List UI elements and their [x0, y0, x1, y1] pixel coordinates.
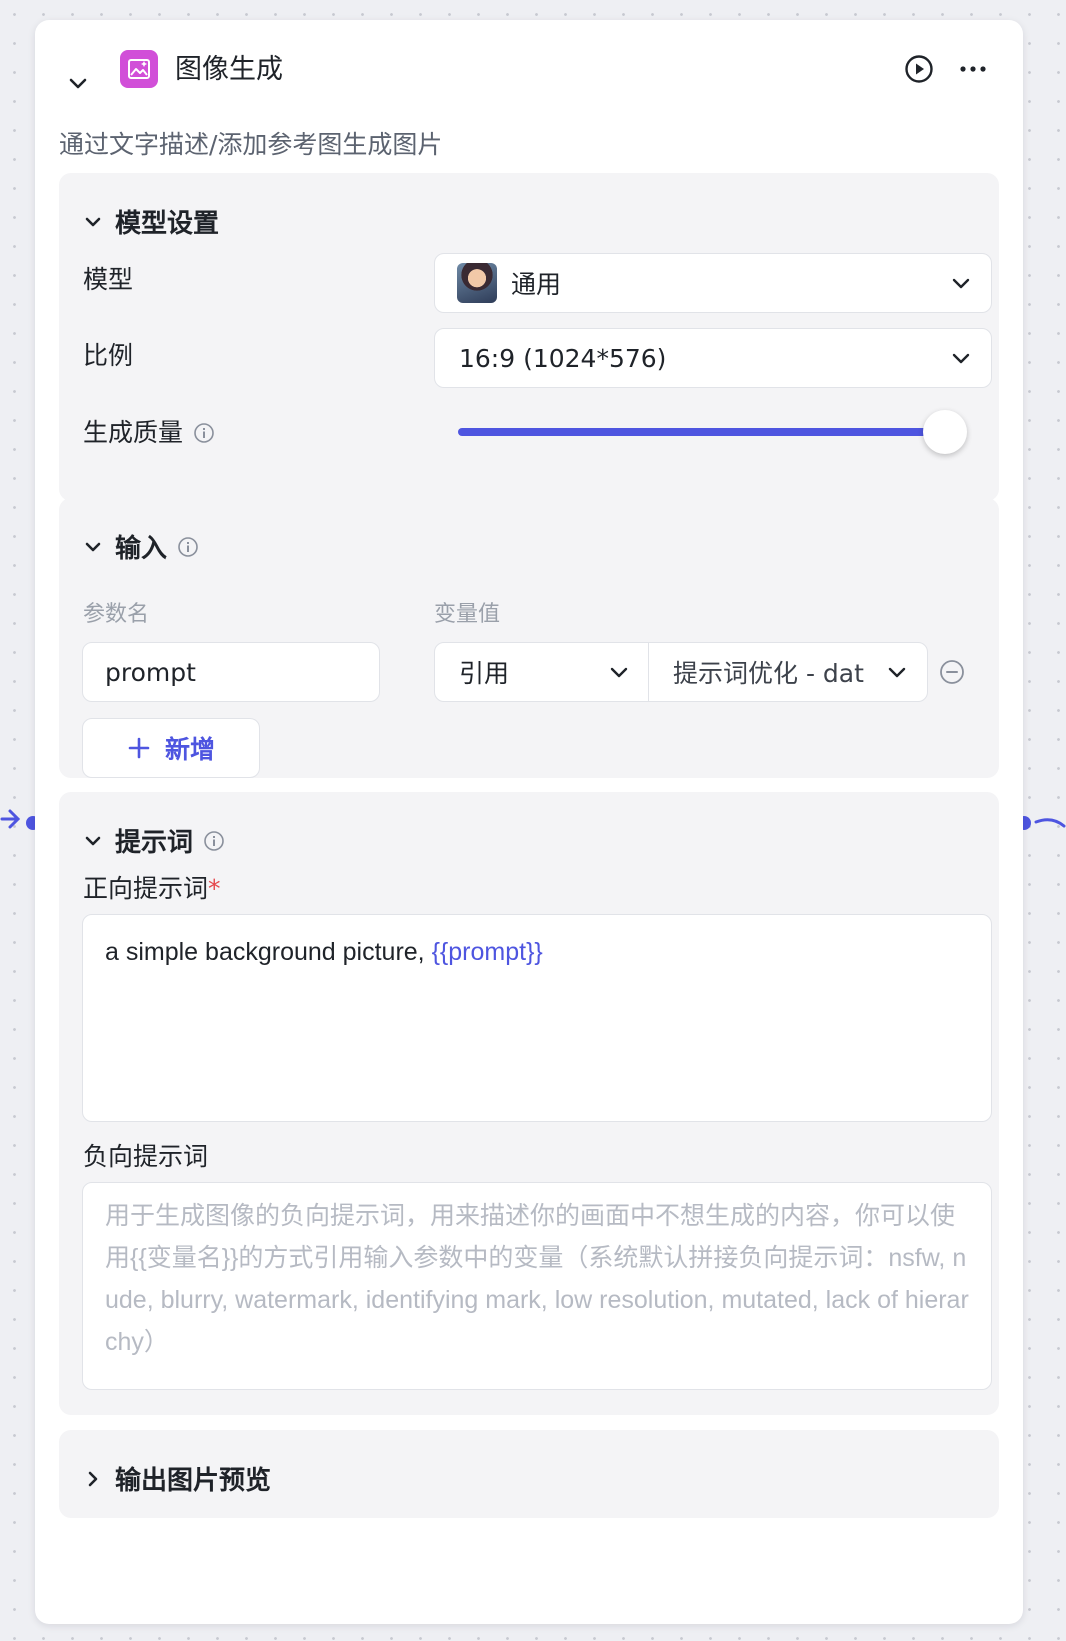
add-param-label: 新增: [164, 735, 215, 764]
negative-prompt-textarea[interactable]: 用于生成图像的负向提示词，用来描述你的画面中不想生成的内容，你可以使用{{变量名…: [82, 1182, 992, 1390]
collapse-node-button[interactable]: [65, 70, 91, 96]
chevron-down-icon: [81, 210, 105, 234]
image-generation-node: 图像生成 通过文字描述/添加参考图生成图片 模型设置 模型 通用 比例 16:9…: [35, 20, 1023, 1624]
ratio-select[interactable]: 16:9 (1024*576): [434, 328, 992, 388]
info-icon[interactable]: [177, 536, 199, 558]
prompt-section: 提示词 正向提示词* a simple background picture, …: [59, 792, 999, 1415]
node-description: 通过文字描述/添加参考图生成图片: [59, 130, 443, 159]
more-options-button[interactable]: [957, 53, 989, 85]
chevron-down-icon: [885, 660, 909, 684]
quality-label-row: 生成质量: [83, 416, 215, 450]
value-type-select[interactable]: 引用: [434, 642, 650, 702]
required-mark: *: [208, 874, 221, 903]
section-title: 模型设置: [115, 209, 220, 239]
output-preview-header[interactable]: 输出图片预览: [81, 1460, 271, 1497]
ratio-label: 比例: [83, 341, 134, 370]
info-icon[interactable]: [193, 422, 215, 444]
positive-label-text: 正向提示词: [83, 874, 209, 903]
input-header[interactable]: 输入: [81, 528, 199, 565]
reference-select[interactable]: 提示词优化 - dat: [648, 642, 928, 702]
node-header: 图像生成 通过文字描述/添加参考图生成图片: [35, 20, 1023, 159]
outgoing-edge: [1034, 818, 1066, 828]
prompt-header[interactable]: 提示词: [81, 822, 225, 859]
chevron-down-icon: [949, 346, 973, 370]
model-value: 通用: [511, 270, 562, 299]
remove-param-button[interactable]: [938, 658, 966, 686]
chevron-right-icon: [81, 1467, 105, 1491]
section-title: 输入: [115, 534, 168, 564]
model-select[interactable]: 通用: [434, 253, 992, 313]
section-title: 输出图片预览: [115, 1466, 272, 1496]
negative-prompt-placeholder: 用于生成图像的负向提示词，用来描述你的画面中不想生成的内容，你可以使用{{变量名…: [105, 1202, 969, 1356]
negative-prompt-label: 负向提示词: [83, 1142, 209, 1171]
play-circle-icon: [905, 55, 933, 83]
chevron-down-icon: [81, 535, 105, 559]
param-name-header: 参数名: [83, 602, 150, 627]
quality-slider-thumb[interactable]: [923, 410, 967, 454]
positive-prompt-text: a simple background picture,: [105, 938, 432, 966]
chevron-down-icon: [949, 271, 973, 295]
run-node-button[interactable]: [903, 53, 935, 85]
model-settings-header[interactable]: 模型设置: [81, 203, 219, 240]
plus-icon: [128, 737, 150, 759]
chevron-down-icon: [81, 829, 105, 853]
model-settings-section: 模型设置 模型 通用 比例 16:9 (1024*576) 生成质量: [59, 173, 999, 501]
reference-value: 提示词优化 - dat: [673, 659, 864, 688]
model-label: 模型: [83, 265, 134, 294]
quality-slider-track[interactable]: [458, 428, 946, 436]
quality-label: 生成质量: [83, 418, 184, 447]
add-param-button[interactable]: 新增: [82, 718, 260, 778]
ratio-value: 16:9 (1024*576): [459, 343, 667, 373]
model-avatar: [457, 263, 497, 303]
section-title: 提示词: [115, 828, 194, 858]
prompt-variable-token: {{prompt}}: [431, 938, 543, 966]
positive-prompt-textarea[interactable]: a simple background picture, {{prompt}}: [82, 914, 992, 1122]
info-icon[interactable]: [203, 830, 225, 852]
more-dots-icon: [960, 66, 986, 72]
image-generate-icon: [120, 50, 158, 88]
value-type: 引用: [459, 659, 510, 688]
chevron-down-icon: [69, 78, 87, 89]
variable-value-header: 变量值: [434, 602, 501, 627]
incoming-edge-arrow: [0, 809, 21, 829]
chevron-down-icon: [607, 660, 631, 684]
positive-prompt-label: 正向提示词*: [83, 872, 221, 906]
param-name-input[interactable]: prompt: [82, 642, 380, 702]
output-preview-section: 输出图片预览: [59, 1430, 999, 1518]
minus-circle-icon: [940, 660, 964, 684]
node-title: 图像生成: [175, 54, 283, 85]
input-section: 输入 参数名 变量值 prompt 引用 提示词优化 - dat 新增: [59, 498, 999, 778]
